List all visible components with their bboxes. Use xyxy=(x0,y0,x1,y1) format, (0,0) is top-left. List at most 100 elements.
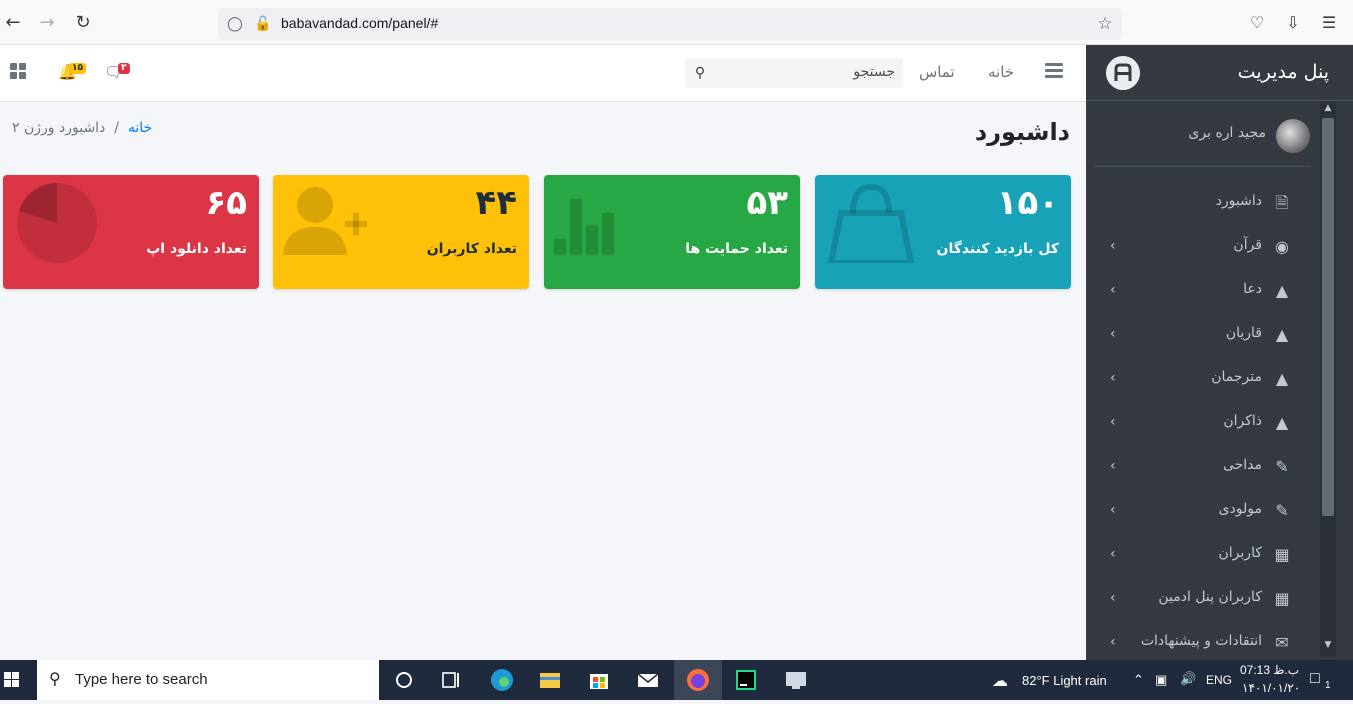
edge-icon[interactable] xyxy=(486,664,518,696)
sidebar-item-reciters[interactable]: ▲ قاریان ‹ xyxy=(1098,315,1306,355)
chevron-left-icon: ‹ xyxy=(1110,414,1116,430)
nav-contact-link[interactable]: تماس xyxy=(919,63,955,81)
stat-card-visitors[interactable]: ۱۵۰ کل بازدید کنندگان xyxy=(815,175,1071,289)
search-input[interactable]: جستجو xyxy=(853,64,895,80)
chevron-left-icon: ‹ xyxy=(1110,326,1116,342)
weather-text[interactable]: 82°F Light rain xyxy=(1022,673,1107,688)
file-explorer-icon[interactable] xyxy=(534,664,566,696)
sidebar-item-label: مولودی xyxy=(1218,501,1262,517)
stat-card-users[interactable]: ۴۴ تعداد کاربران xyxy=(273,175,529,289)
sidebar-item-mouloodi[interactable]: ✎ مولودی ‹ xyxy=(1098,491,1306,531)
remote-desktop-icon[interactable] xyxy=(780,664,812,696)
clock-date[interactable]: ۱۴۰۱/۰۱/۲۰ xyxy=(1242,681,1300,695)
sidebar-item-users[interactable]: ▦ کاربران ‹ xyxy=(1098,535,1306,575)
tree-icon: ▲ xyxy=(1275,325,1289,344)
action-center-icon[interactable]: □ xyxy=(1310,670,1320,688)
user-name[interactable]: مجید اره بری xyxy=(1188,125,1266,141)
user-panel[interactable]: مجید اره بری xyxy=(1094,111,1310,167)
forward-icon[interactable]: → xyxy=(36,12,58,34)
sidebar-item-translators[interactable]: ▲ مترجمان ‹ xyxy=(1098,359,1306,399)
tree-icon: ▲ xyxy=(1275,281,1289,300)
pycharm-icon[interactable] xyxy=(730,664,762,696)
breadcrumb-separator: / xyxy=(114,120,119,136)
stat-label: تعداد کاربران xyxy=(426,241,517,257)
sidebar-item-label: قاریان xyxy=(1225,325,1262,341)
sidebar-item-admin-users[interactable]: ▦ کاربران پنل ادمین ‹ xyxy=(1098,579,1306,619)
sidebar-brand[interactable]: پنل مدیریت xyxy=(1086,45,1353,101)
cortana-icon[interactable] xyxy=(388,664,420,696)
chevron-left-icon: ‹ xyxy=(1110,458,1116,474)
taskbar-search[interactable]: ⚲ Type here to search xyxy=(37,660,379,700)
sidebar-item-label: دعا xyxy=(1243,281,1262,297)
tray-chevron-up-icon[interactable]: ⌃ xyxy=(1133,672,1144,688)
dashboard-icon: ◉ xyxy=(1275,237,1289,256)
action-center-badge: 1 xyxy=(1325,680,1331,691)
stat-value: ۱۵۰ xyxy=(996,183,1059,223)
shield-icon[interactable]: ◯ xyxy=(226,15,244,33)
sidebar-item-zakeran[interactable]: ▲ ذاکران ‹ xyxy=(1098,403,1306,443)
menu-icon[interactable]: ☰ xyxy=(1318,12,1340,34)
sidebar-toggle-icon[interactable] xyxy=(1045,63,1063,81)
windows-start-icon[interactable] xyxy=(0,660,36,700)
search-icon: ⚲ xyxy=(49,669,61,688)
notifications-badge: ۱۵ xyxy=(69,63,86,74)
top-navbar: خانه تماس جستجو ⚲ 🗨 ۳ 🔔 ۱۵ xyxy=(0,45,1086,102)
brand-logo[interactable] xyxy=(1106,56,1140,90)
insecure-lock-icon[interactable]: 🔓 xyxy=(254,15,272,33)
shopping-bag-icon xyxy=(827,183,915,263)
sidebar: پنل مدیریت مجید اره بری 🗎 داشبورد ◉ قرآن… xyxy=(1086,45,1353,660)
scroll-up-icon[interactable]: ▲ xyxy=(1322,103,1334,117)
browser-toolbar: ← → ↻ ◯ 🔓 babavandad.com/panel/# ☆ ♡ ⇩ ☰ xyxy=(0,0,1353,45)
clock-time[interactable]: 07:13 ب.ظ xyxy=(1240,663,1299,677)
sidebar-scroll-thumb[interactable] xyxy=(1322,118,1334,516)
sidebar-item-label: انتقادات و پیشنهادات xyxy=(1140,633,1262,649)
page-title: داشبورد xyxy=(974,118,1070,146)
url-text[interactable]: babavandad.com/panel/# xyxy=(281,15,438,31)
download-icon[interactable]: ⇩ xyxy=(1282,12,1304,34)
sidebar-item-dashboard[interactable]: 🗎 داشبورد xyxy=(1098,183,1306,223)
pocket-icon[interactable]: ♡ xyxy=(1246,12,1268,34)
language-indicator[interactable]: ENG xyxy=(1206,673,1232,687)
stat-card-supports[interactable]: ۵۳ تعداد حمایت ها xyxy=(544,175,800,289)
firefox-icon[interactable] xyxy=(674,660,722,700)
sidebar-item-maddahi[interactable]: ✎ مداحی ‹ xyxy=(1098,447,1306,487)
network-icon[interactable]: ▣ xyxy=(1155,672,1167,688)
taskbar: ⚲ Type here to search ☁ 82°F Light rain … xyxy=(0,660,1353,700)
sidebar-item-label: قرآن xyxy=(1233,237,1262,253)
sidebar-item-feedback[interactable]: ✉ انتقادات و پیشنهادات ‹ xyxy=(1098,623,1306,663)
url-bar[interactable]: ◯ 🔓 babavandad.com/panel/# ☆ xyxy=(218,8,1122,40)
brand-title[interactable]: پنل مدیریت xyxy=(1238,61,1329,83)
weather-icon[interactable]: ☁ xyxy=(992,671,1008,691)
back-icon[interactable]: ← xyxy=(2,12,24,34)
task-view-icon[interactable] xyxy=(435,664,467,696)
store-icon[interactable] xyxy=(583,664,615,696)
user-plus-icon xyxy=(283,187,367,255)
stat-value: ۵۳ xyxy=(746,183,788,223)
chevron-left-icon: ‹ xyxy=(1110,238,1116,254)
chevron-left-icon: ‹ xyxy=(1110,370,1116,386)
chevron-left-icon: ‹ xyxy=(1110,546,1116,562)
breadcrumb-home-link[interactable]: خانه xyxy=(128,120,152,136)
chevron-left-icon: ‹ xyxy=(1110,282,1116,298)
mail-icon[interactable] xyxy=(632,664,664,696)
edit-icon: ✎ xyxy=(1275,457,1289,476)
pie-chart-icon xyxy=(17,183,97,263)
avatar[interactable] xyxy=(1276,119,1310,153)
scroll-down-icon[interactable]: ▼ xyxy=(1322,640,1334,654)
tree-icon: ▲ xyxy=(1275,413,1289,432)
sidebar-item-label: مداحی xyxy=(1222,457,1262,473)
apps-grid-icon[interactable] xyxy=(10,63,26,79)
reload-icon[interactable]: ↻ xyxy=(72,12,94,34)
sidebar-item-quran[interactable]: ◉ قرآن ‹ xyxy=(1098,227,1306,267)
file-icon: 🗎 xyxy=(1275,193,1289,212)
bookmark-star-icon[interactable]: ☆ xyxy=(1096,15,1114,33)
nav-home-link[interactable]: خانه xyxy=(988,63,1014,81)
search-icon[interactable]: ⚲ xyxy=(691,63,709,83)
stat-value: ۶۵ xyxy=(205,183,247,223)
search-box[interactable]: جستجو ⚲ xyxy=(685,58,903,88)
volume-icon[interactable]: 🔊 xyxy=(1180,671,1196,687)
breadcrumb-current: داشبورد ورژن ۲ xyxy=(12,120,106,136)
taskbar-search-input[interactable]: Type here to search xyxy=(75,671,208,688)
sidebar-item-prayer[interactable]: ▲ دعا ‹ xyxy=(1098,271,1306,311)
stat-card-downloads[interactable]: ۶۵ تعداد دانلود اپ xyxy=(3,175,259,289)
